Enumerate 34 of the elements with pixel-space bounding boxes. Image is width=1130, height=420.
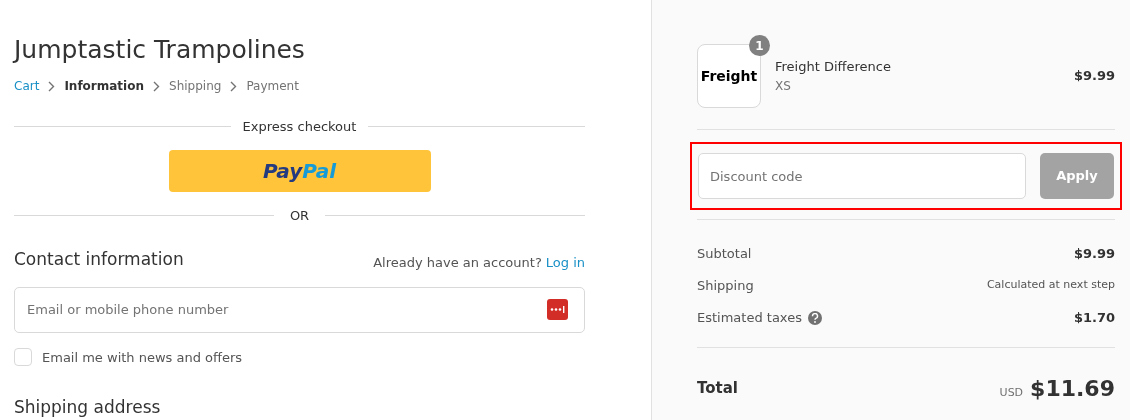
product-variant: XS [775,77,792,95]
product-price: $9.99 [1073,67,1115,86]
section-heading: Shipping address [14,396,162,419]
total-label: Total [697,378,738,400]
chevron-icon [230,80,238,92]
email-field[interactable]: Email or mobile phone number [14,286,585,333]
breadcrumb-link[interactable]: Cart [14,77,40,95]
quantity-badge: 1 [749,35,770,56]
paypal-button[interactable]: PayPal [168,149,431,192]
checkbox-label: Email me with news and offers [42,348,243,367]
password-manager-icon[interactable] [547,298,568,320]
account-prompt: Already have an account? [373,254,542,272]
summary-value: $1.70 [1073,308,1115,327]
chevron-icon [153,80,160,92]
divider-label: OR [289,206,310,225]
total-amount: $11.69 [1030,375,1115,403]
store-title: Jumptastic Trampolines [14,34,306,66]
breadcrumb-step: Payment [246,77,299,95]
summary-label: Shipping [697,276,754,295]
summary-label: Estimated taxes [697,308,802,327]
product-name: Freight Difference [775,58,892,77]
currency-code: USD [999,385,1024,401]
summary-label: Subtotal [697,244,752,263]
breadcrumb-step: Information [64,77,144,95]
product-image-text: Freight [700,66,758,86]
section-heading: Express checkout [242,118,357,136]
summary-value: Calculated at next step [986,277,1115,294]
help-icon[interactable] [807,310,822,325]
section-heading: Contact information [14,248,184,271]
summary-value: $9.99 [1073,244,1115,263]
login-link[interactable]: Log in [545,253,585,273]
breadcrumb-step: Shipping [169,77,222,95]
chevron-icon [48,80,56,92]
checkbox[interactable] [14,348,32,367]
